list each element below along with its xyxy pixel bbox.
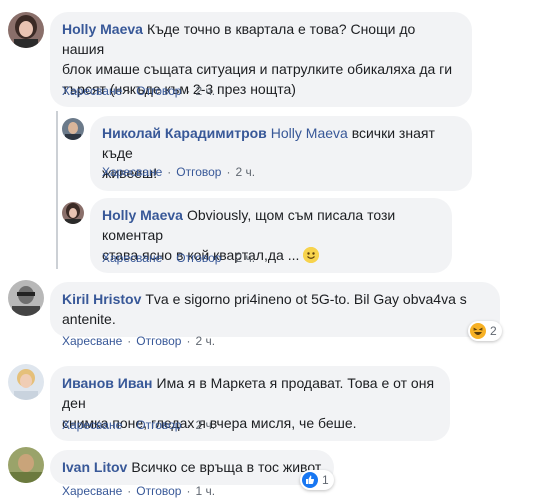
comment-author[interactable]: Holly Maeva	[62, 21, 143, 37]
comment-time[interactable]: 2 ч.	[195, 418, 215, 432]
smile-emoji-icon	[303, 247, 320, 263]
comment-time[interactable]: 2 ч.	[195, 84, 215, 98]
user-photo-icon	[8, 12, 44, 48]
comment-bubble: Kiril Hristov Tva e sigorno pri4ineno ot …	[50, 282, 500, 337]
reply-button[interactable]: Отговор	[136, 418, 181, 432]
user-photo-icon	[62, 118, 84, 140]
user-photo-icon	[8, 280, 44, 316]
comment-bubble: Ivan Litov Всичко се връща в тос живот	[50, 450, 334, 485]
reply-button[interactable]: Отговор	[136, 484, 181, 498]
comment-time[interactable]: 2 ч.	[235, 251, 255, 265]
reply-button[interactable]: Отговор	[136, 334, 181, 348]
comment-text: antenite.	[62, 311, 116, 327]
comment-author[interactable]: Иванов Иван	[62, 375, 153, 391]
comment-actions: Харесване · Отговор · 2 ч.	[62, 418, 216, 432]
comment-text: блок имаше същата ситуация и патрулките …	[62, 61, 453, 77]
avatar[interactable]	[8, 364, 44, 400]
like-button[interactable]: Харесване	[102, 165, 162, 179]
avatar[interactable]	[62, 118, 84, 140]
haha-reaction-icon	[470, 323, 486, 339]
avatar[interactable]	[8, 12, 44, 48]
comment-author[interactable]: Ivan Litov	[62, 459, 127, 475]
like-button[interactable]: Харесване	[62, 334, 122, 348]
like-button[interactable]: Харесване	[62, 484, 122, 498]
comment-time[interactable]: 2 ч.	[195, 334, 215, 348]
reaction-number: 1	[322, 473, 329, 487]
reaction-number: 2	[490, 324, 497, 338]
like-button[interactable]: Харесване	[62, 418, 122, 432]
reaction-count[interactable]: 1	[300, 470, 334, 490]
thread-line	[56, 111, 58, 269]
reply-author[interactable]: Holly Maeva	[102, 207, 183, 223]
reply-button[interactable]: Отговор	[176, 165, 221, 179]
comment-text: Всичко се връща в тос живот	[131, 459, 322, 475]
like-button[interactable]: Харесване	[62, 84, 122, 98]
reply-actions: Харесване · Отговор · 2 ч.	[102, 165, 256, 179]
comment-actions: Харесване · Отговор · 2 ч.	[62, 84, 216, 98]
comment-text: Tva e sigorno pri4ineno ot 5G-to. Bil Ga…	[145, 291, 467, 307]
comment-actions: Харесване · Отговор · 1 ч.	[62, 484, 216, 498]
like-reaction-icon	[302, 472, 318, 488]
like-button[interactable]: Харесване	[102, 251, 162, 265]
user-photo-icon	[8, 364, 44, 400]
avatar[interactable]	[62, 202, 84, 224]
reply-bubble: Николай Карадимитров Holly Maeva всички з…	[90, 116, 472, 191]
comment-author[interactable]: Kiril Hristov	[62, 291, 141, 307]
reaction-count[interactable]: 2	[468, 321, 502, 341]
user-photo-icon	[8, 447, 44, 483]
comment-time[interactable]: 1 ч.	[195, 484, 215, 498]
reply-button[interactable]: Отговор	[136, 84, 181, 98]
reply-actions: Харесване · Отговор · 2 ч.	[102, 251, 256, 265]
mention-link[interactable]: Holly Maeva	[271, 125, 348, 141]
comment-time[interactable]: 2 ч.	[235, 165, 255, 179]
reply-button[interactable]: Отговор	[176, 251, 221, 265]
reply-author[interactable]: Николай Карадимитров	[102, 125, 267, 141]
avatar[interactable]	[8, 447, 44, 483]
user-photo-icon	[62, 202, 84, 224]
avatar[interactable]	[8, 280, 44, 316]
comment-actions: Харесване · Отговор · 2 ч.	[62, 334, 216, 348]
